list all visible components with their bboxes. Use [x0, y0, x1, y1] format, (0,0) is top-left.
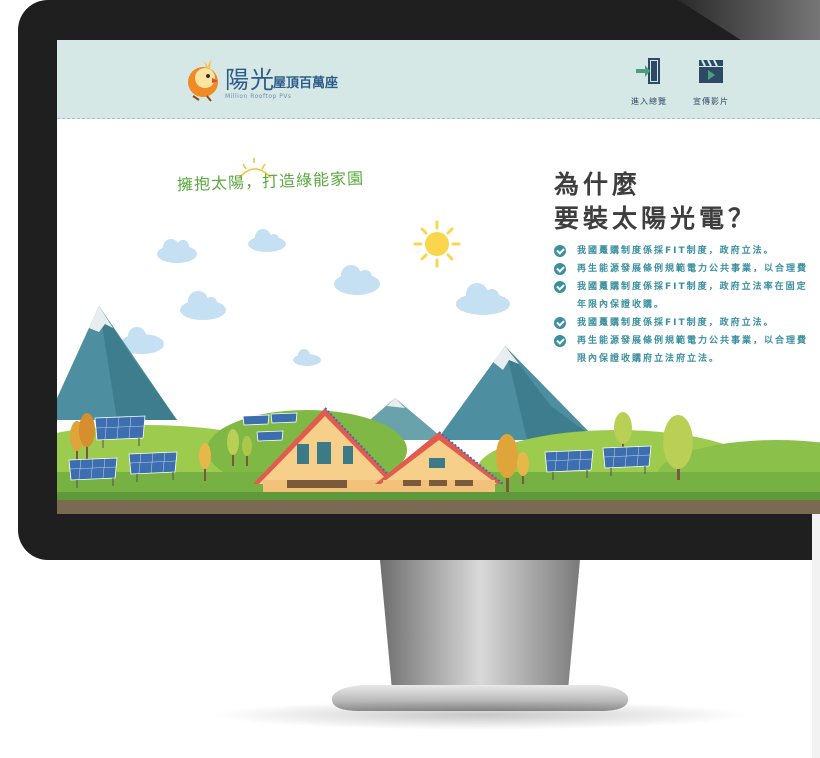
monitor-stand-neck	[380, 560, 580, 690]
reason-text: 我國躉購制度係採FIT制度，政府立法率在固定	[577, 282, 808, 292]
hero-title: 為什麼 要裝太陽光電？	[554, 168, 757, 236]
reason-item: 我國躉購制度係採FIT制度，政府立法。	[554, 242, 820, 260]
reason-text: 限內保證收購府立法府立法。	[577, 354, 721, 364]
reason-item: 我國躉購制度係採FIT制度，政府立法。	[554, 314, 820, 332]
reason-item: 我國躉購制度係採FIT制度，政府立法率在固定	[554, 278, 820, 296]
check-circle-icon	[554, 317, 566, 329]
reason-text: 年限內保證收購。	[577, 300, 666, 310]
check-circle-icon	[554, 245, 566, 257]
reason-item: 再生能源發展條例規範電力公共事業，以合理費	[554, 332, 820, 350]
bezel-glare	[678, 0, 820, 40]
monitor-shadow	[210, 700, 750, 730]
reason-text: 再生能源發展條例規範電力公共事業，以合理費	[577, 264, 809, 274]
hero-title-line1: 為什麼	[554, 170, 642, 199]
reason-text: 我國躉購制度係採FIT制度，政府立法。	[577, 246, 775, 256]
monitor-screen: 陽光 屋頂百萬座 Million Rooftop PVs 進入總覽 宣傳影片 擁…	[57, 40, 820, 514]
reason-text: 再生能源發展條例規範電力公共事業，以合理費	[577, 336, 809, 346]
reason-item: 再生能源發展條例規範電力公共事業，以合理費	[554, 260, 820, 278]
sun-icon	[413, 220, 461, 268]
check-circle-icon	[554, 335, 566, 347]
hero-title-line2: 要裝太陽光電？	[554, 204, 758, 233]
reason-text: 我國躉購制度係採FIT制度，政府立法。	[577, 318, 775, 328]
reasons-list: 我國躉購制度係採FIT制度，政府立法。 再生能源發展條例規範電力公共事業，以合理…	[554, 242, 820, 368]
clouds	[120, 229, 510, 366]
check-circle-icon	[554, 281, 566, 293]
check-circle-icon	[554, 263, 566, 275]
reason-item-continuation: 年限內保證收購。	[554, 296, 820, 314]
reason-item-continuation: 限內保證收購府立法府立法。	[554, 350, 820, 368]
